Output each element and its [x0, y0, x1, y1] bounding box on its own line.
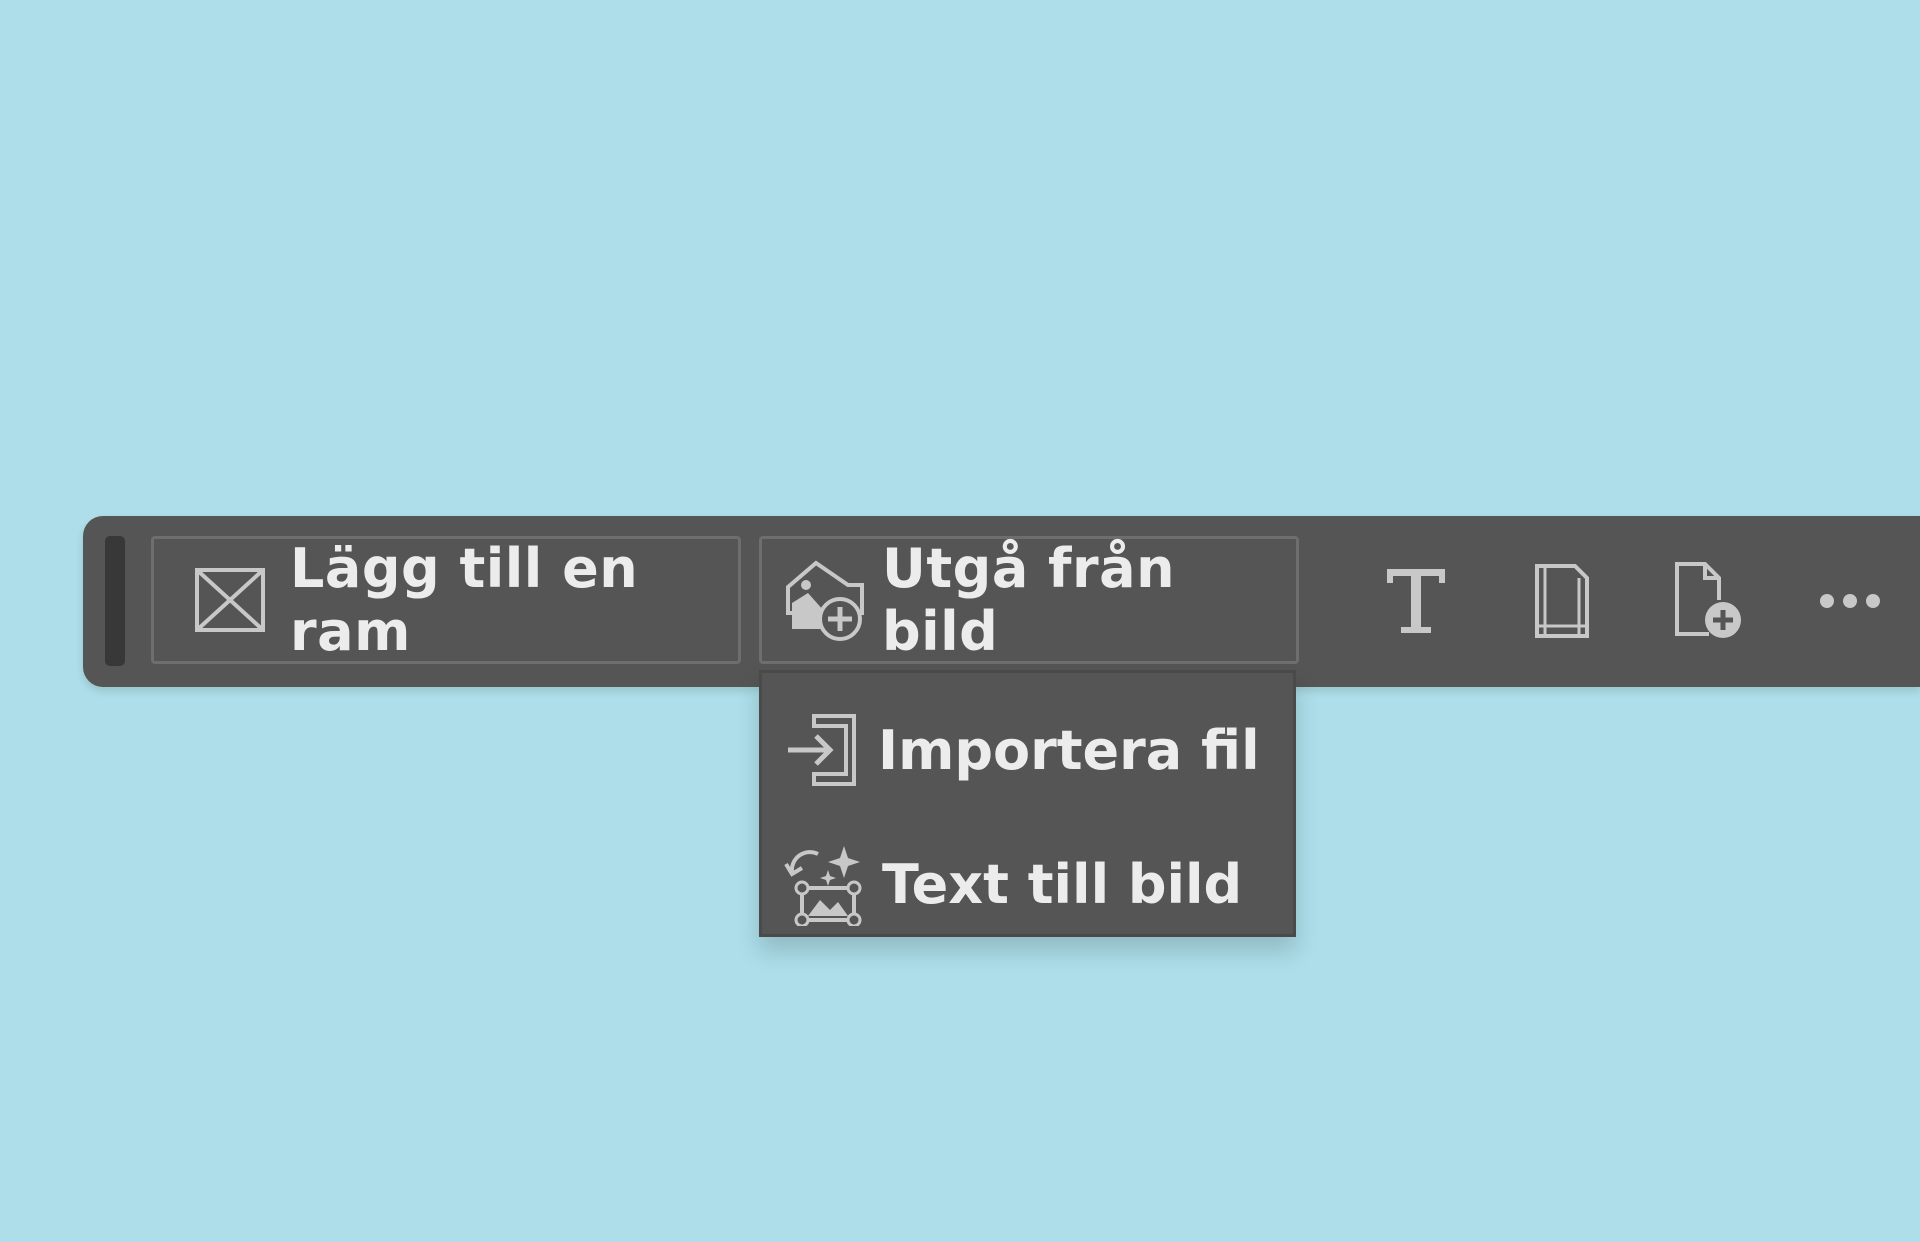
taskbar-drag-handle[interactable]	[105, 536, 125, 666]
frame-icon	[194, 567, 266, 633]
image-add-icon	[784, 559, 866, 641]
start-from-image-button[interactable]: Utgå från bild	[759, 536, 1299, 664]
text-to-image-icon	[784, 842, 864, 926]
menu-item-import-file[interactable]: Importera fil	[762, 695, 1293, 805]
add-frame-label: Lägg till en ram	[290, 537, 639, 663]
add-page-icon[interactable]	[1663, 556, 1753, 646]
menu-item-text-to-image[interactable]: Text till bild	[762, 829, 1293, 939]
contextual-taskbar: Lägg till en ram Utgå från bild	[83, 516, 1920, 687]
menu-item-text-to-image-label: Text till bild	[882, 852, 1243, 916]
start-from-image-label: Utgå från bild	[882, 537, 1176, 663]
import-file-icon	[784, 710, 860, 790]
add-frame-button[interactable]: Lägg till en ram	[151, 536, 741, 664]
page-icon[interactable]	[1517, 556, 1607, 646]
canvas-background: Lägg till en ram Utgå från bild Importer…	[0, 0, 1920, 1242]
start-from-image-menu: Importera fil Text till bild	[759, 670, 1296, 937]
menu-item-import-file-label: Importera fil	[878, 718, 1260, 782]
text-tool-icon[interactable]	[1371, 556, 1461, 646]
more-icon[interactable]	[1805, 556, 1895, 646]
